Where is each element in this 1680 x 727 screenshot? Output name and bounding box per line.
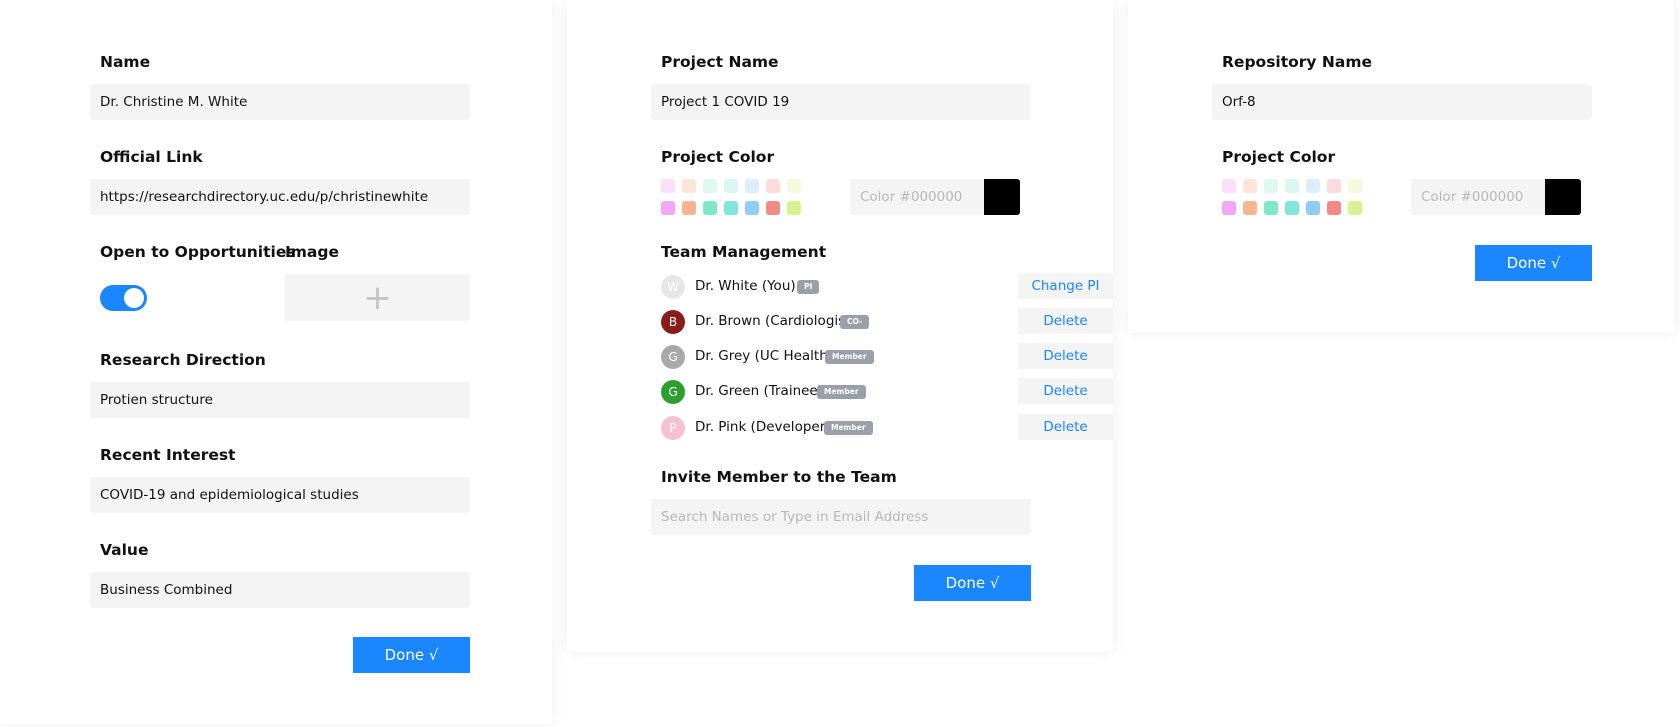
color-swatch[interactable]: [1285, 179, 1299, 193]
color-swatch[interactable]: [1348, 201, 1362, 215]
project-name-label: Project Name: [661, 53, 779, 71]
member-name: Dr. Brown (Cardiologist): [695, 313, 856, 329]
color-swatch-grid: [661, 179, 801, 215]
color-hex-input[interactable]: Color #000000: [1411, 179, 1545, 215]
value-label: Value: [100, 541, 149, 559]
color-swatch[interactable]: [703, 179, 717, 193]
recent-interest-label: Recent Interest: [100, 446, 236, 464]
member-name: Dr. Grey (UC Health): [695, 348, 834, 364]
delete-member-button[interactable]: Delete: [1018, 414, 1113, 440]
color-swatch[interactable]: [661, 179, 675, 193]
color-swatch[interactable]: [787, 179, 801, 193]
change-pi-button[interactable]: Change PI: [1018, 273, 1113, 299]
delete-member-button[interactable]: Delete: [1018, 308, 1113, 334]
color-swatch[interactable]: [724, 179, 738, 193]
color-swatch[interactable]: [766, 201, 780, 215]
color-swatch[interactable]: [1327, 201, 1341, 215]
color-swatch[interactable]: [682, 179, 696, 193]
avatar: W: [661, 275, 685, 299]
research-direction-label: Research Direction: [100, 351, 266, 369]
image-upload-area[interactable]: +: [285, 274, 470, 321]
color-swatch[interactable]: [1348, 179, 1362, 193]
color-swatch[interactable]: [1222, 201, 1236, 215]
profile-done-button[interactable]: Done √: [353, 637, 470, 673]
color-swatch[interactable]: [1222, 179, 1236, 193]
color-swatch[interactable]: [745, 179, 759, 193]
plus-icon: +: [363, 277, 392, 318]
repository-name-label: Repository Name: [1222, 53, 1373, 71]
color-swatch[interactable]: [1264, 201, 1278, 215]
name-field[interactable]: Dr. Christine M. White: [90, 84, 470, 120]
project-color-label: Project Color: [661, 148, 775, 166]
value-field[interactable]: Business Combined: [90, 572, 470, 608]
project-card: Project Name Project 1 COVID 19 Project …: [567, 0, 1113, 652]
open-to-opportunities-label: Open to Opportunities: [100, 243, 296, 261]
color-swatch[interactable]: [682, 201, 696, 215]
color-swatch[interactable]: [1264, 179, 1278, 193]
delete-member-button[interactable]: Delete: [1018, 378, 1113, 404]
role-badge: Member: [825, 350, 874, 364]
color-swatch[interactable]: [1306, 201, 1320, 215]
name-label: Name: [100, 53, 151, 71]
project-name-field[interactable]: Project 1 COVID 19: [651, 84, 1031, 120]
invite-member-label: Invite Member to the Team: [661, 468, 897, 486]
color-preview: [984, 179, 1020, 215]
profile-card: Name Dr. Christine M. White Official Lin…: [0, 0, 552, 724]
recent-interest-field[interactable]: COVID-19 and epidemiological studies: [90, 477, 470, 513]
official-link-field[interactable]: https://researchdirectory.uc.edu/p/chris…: [90, 179, 470, 215]
role-badge: CO-PI: [840, 315, 870, 340]
color-swatch[interactable]: [766, 179, 780, 193]
avatar: G: [661, 345, 685, 369]
color-swatch[interactable]: [1243, 201, 1257, 215]
toggle-knob: [124, 288, 144, 308]
color-swatch[interactable]: [1306, 179, 1320, 193]
delete-member-button[interactable]: Delete: [1018, 343, 1113, 369]
avatar: B: [661, 310, 685, 334]
role-badge: Member: [824, 421, 873, 435]
color-preview: [1545, 179, 1581, 215]
invite-search-input[interactable]: [651, 499, 1031, 535]
repository-color-label: Project Color: [1222, 148, 1336, 166]
color-swatch[interactable]: [724, 201, 738, 215]
role-badge: PI: [797, 280, 820, 294]
member-name: Dr. White (You): [695, 278, 796, 294]
avatar: P: [661, 416, 685, 440]
avatar: G: [661, 380, 685, 404]
repository-name-field[interactable]: Orf-8: [1212, 84, 1592, 120]
member-name: Dr. Pink (Developer): [695, 419, 831, 435]
member-name: Dr. Green (Trainee): [695, 383, 823, 399]
project-done-button[interactable]: Done √: [914, 565, 1031, 601]
repository-done-button[interactable]: Done √: [1475, 245, 1592, 281]
color-swatch[interactable]: [787, 201, 801, 215]
color-swatch[interactable]: [661, 201, 675, 215]
role-badge: Member: [817, 385, 866, 399]
official-link-label: Official Link: [100, 148, 203, 166]
color-swatch[interactable]: [1285, 201, 1299, 215]
color-swatch[interactable]: [703, 201, 717, 215]
color-swatch[interactable]: [745, 201, 759, 215]
repository-card: Repository Name Orf-8 Project Color Colo…: [1128, 0, 1674, 333]
team-management-label: Team Management: [661, 243, 827, 261]
open-to-opportunities-toggle[interactable]: [100, 285, 147, 311]
color-swatch-grid: [1222, 179, 1362, 215]
color-swatch[interactable]: [1327, 179, 1341, 193]
image-label: Image: [285, 243, 339, 261]
color-swatch[interactable]: [1243, 179, 1257, 193]
color-hex-input[interactable]: Color #000000: [850, 179, 984, 215]
research-direction-field[interactable]: Protien structure: [90, 382, 470, 418]
